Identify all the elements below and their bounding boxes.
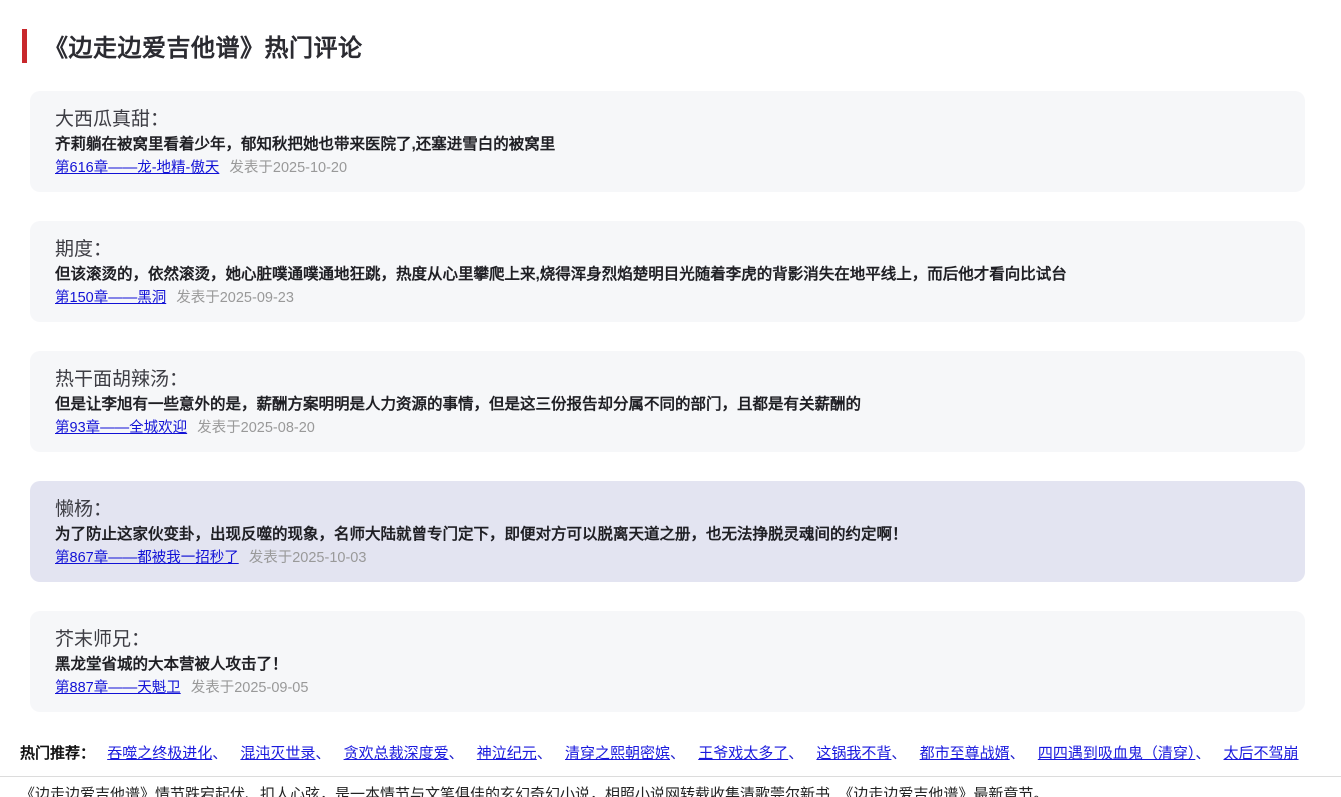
page-header: 《边走边爱吉他谱》热门评论 — [30, 28, 1305, 63]
comment-card: 热干面胡辣汤： 但是让李旭有一些意外的是，薪酬方案明明是人力资源的事情，但是这三… — [30, 351, 1305, 452]
recommend-separator: 、 — [212, 745, 227, 762]
chapter-link[interactable]: 第93章——全城欢迎 — [55, 420, 187, 436]
recommend-separator: 、 — [788, 745, 803, 762]
recommend-link[interactable]: 贪欢总裁深度爱 — [344, 745, 449, 762]
main-content: 《边走边爱吉他谱》热门评论 大西瓜真甜： 齐莉躺在被窝里看着少年，郁知秋把她也带… — [0, 28, 1341, 712]
publish-date: 发表于2025-09-05 — [191, 680, 309, 696]
comment-author: 芥末师兄： — [55, 628, 1281, 651]
recommend-separator: 、 — [670, 745, 685, 762]
recommend-separator: 、 — [537, 745, 552, 762]
comment-list: 大西瓜真甜： 齐莉躺在被窝里看着少年，郁知秋把她也带来医院了,还塞进雪白的被窝里… — [30, 91, 1305, 712]
recommend-label: 热门推荐： — [20, 745, 95, 762]
recommend-link[interactable]: 神泣纪元 — [477, 745, 537, 762]
footer-line-1: 《边走边爱吉他谱》情节跌宕起伏、扣人心弦，是一本情节与文笔俱佳的玄幻奇幻小说，相… — [20, 785, 1321, 797]
page-title: 《边走边爱吉他谱》热门评论 — [44, 28, 363, 63]
recommend-link[interactable]: 王爷戏太多了 — [698, 745, 788, 762]
comment-meta: 第93章——全城欢迎 发表于2025-08-20 — [55, 419, 1281, 437]
publish-date: 发表于2025-10-20 — [229, 160, 347, 176]
page-footer-section: 热门推荐： 吞噬之终极进化、 混沌灭世录、 贪欢总裁深度爱、 神泣纪元、 清穿之… — [0, 744, 1341, 797]
comment-text: 但是让李旭有一些意外的是，薪酬方案明明是人力资源的事情，但是这三份报告却分属不同… — [55, 395, 1281, 415]
comment-card: 期度： 但该滚烫的，依然滚烫，她心脏噗通噗通地狂跳，热度从心里攀爬上来,烧得浑身… — [30, 221, 1305, 322]
recommend-link[interactable]: 都市至尊战婿 — [920, 745, 1010, 762]
recommend-separator: 、 — [1195, 745, 1210, 762]
comment-author: 热干面胡辣汤： — [55, 368, 1281, 391]
comment-meta: 第867章——都被我一招秒了 发表于2025-10-03 — [55, 549, 1281, 567]
recommend-separator: 、 — [891, 745, 906, 762]
comment-meta: 第616章——龙-地精-傲天 发表于2025-10-20 — [55, 159, 1281, 177]
recommend-link[interactable]: 混沌灭世录 — [240, 745, 315, 762]
comment-text: 但该滚烫的，依然滚烫，她心脏噗通噗通地狂跳，热度从心里攀爬上来,烧得浑身烈焰楚明… — [55, 265, 1281, 285]
divider — [0, 776, 1341, 777]
recommend-link[interactable]: 四四遇到吸血鬼（清穿） — [1038, 745, 1196, 762]
recommend-row: 热门推荐： 吞噬之终极进化、 混沌灭世录、 贪欢总裁深度爱、 神泣纪元、 清穿之… — [20, 744, 1321, 764]
recommend-separator: 、 — [315, 745, 330, 762]
comment-text: 齐莉躺在被窝里看着少年，郁知秋把她也带来医院了,还塞进雪白的被窝里 — [55, 135, 1281, 155]
comment-card: 芥末师兄： 黑龙堂省城的大本营被人攻击了！ 第887章——天魁卫 发表于2025… — [30, 611, 1305, 712]
recommend-link[interactable]: 这锅我不背 — [816, 745, 891, 762]
comment-text: 为了防止这家伙变卦，出现反噬的现象，名师大陆就曾专门定下，即便对方可以脱离天道之… — [55, 525, 1281, 545]
accent-bar — [22, 29, 27, 63]
recommend-separator: 、 — [1010, 745, 1025, 762]
chapter-link[interactable]: 第867章——都被我一招秒了 — [55, 550, 239, 566]
comment-meta: 第887章——天魁卫 发表于2025-09-05 — [55, 679, 1281, 697]
recommend-link[interactable]: 吞噬之终极进化 — [107, 745, 212, 762]
publish-date: 发表于2025-09-23 — [176, 290, 294, 306]
comment-author: 懒杨： — [55, 498, 1281, 521]
comment-card-highlighted: 懒杨： 为了防止这家伙变卦，出现反噬的现象，名师大陆就曾专门定下，即便对方可以脱… — [30, 481, 1305, 582]
recommend-link[interactable]: 太后不驾崩 — [1224, 745, 1299, 762]
comment-text: 黑龙堂省城的大本营被人攻击了！ — [55, 655, 1281, 675]
recommend-link[interactable]: 清穿之熙朝密嫔 — [565, 745, 670, 762]
comment-author: 大西瓜真甜： — [55, 108, 1281, 131]
publish-date: 发表于2025-08-20 — [197, 420, 315, 436]
comment-author: 期度： — [55, 238, 1281, 261]
publish-date: 发表于2025-10-03 — [249, 550, 367, 566]
recommend-separator: 、 — [449, 745, 464, 762]
chapter-link[interactable]: 第150章——黑洞 — [55, 290, 166, 306]
comment-card: 大西瓜真甜： 齐莉躺在被窝里看着少年，郁知秋把她也带来医院了,还塞进雪白的被窝里… — [30, 91, 1305, 192]
comment-meta: 第150章——黑洞 发表于2025-09-23 — [55, 289, 1281, 307]
chapter-link[interactable]: 第616章——龙-地精-傲天 — [55, 160, 219, 176]
chapter-link[interactable]: 第887章——天魁卫 — [55, 680, 181, 696]
